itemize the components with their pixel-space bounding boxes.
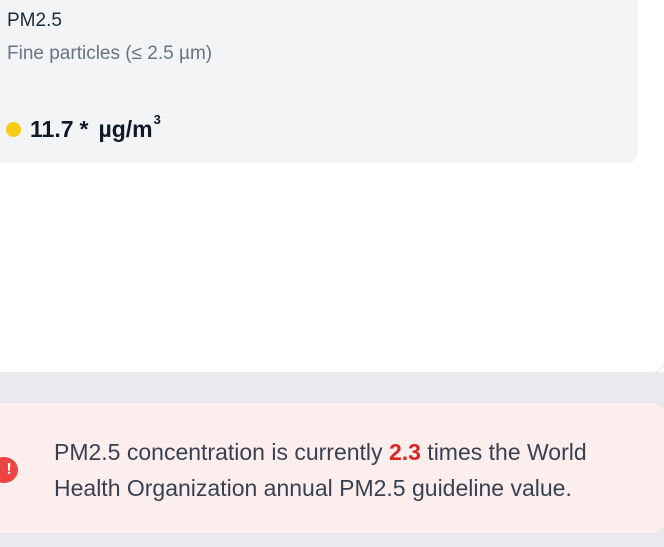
exclamation-circle-icon: ! — [0, 457, 18, 483]
pollutant-description: Fine particles (≤ 2.5 µm) — [7, 43, 213, 64]
pollutant-name: PM2.5 — [7, 10, 62, 31]
status-dot-icon — [6, 122, 21, 137]
concentration-value: 11.7 — [30, 116, 74, 142]
concentration-unit: µg/m — [98, 116, 153, 142]
exclamation-glyph: ! — [6, 461, 12, 478]
concentration-flag: * — [79, 116, 89, 142]
concentration-row: 11.7 * µg/m 3 — [6, 112, 161, 143]
alert-ratio-value: 2.3 — [388, 439, 421, 465]
alert-text-before: PM2.5 concentration is currently — [54, 439, 389, 465]
alert-message: PM2.5 concentration is currently 2.3 tim… — [54, 434, 644, 506]
concentration-unit-exponent: 3 — [153, 112, 161, 127]
